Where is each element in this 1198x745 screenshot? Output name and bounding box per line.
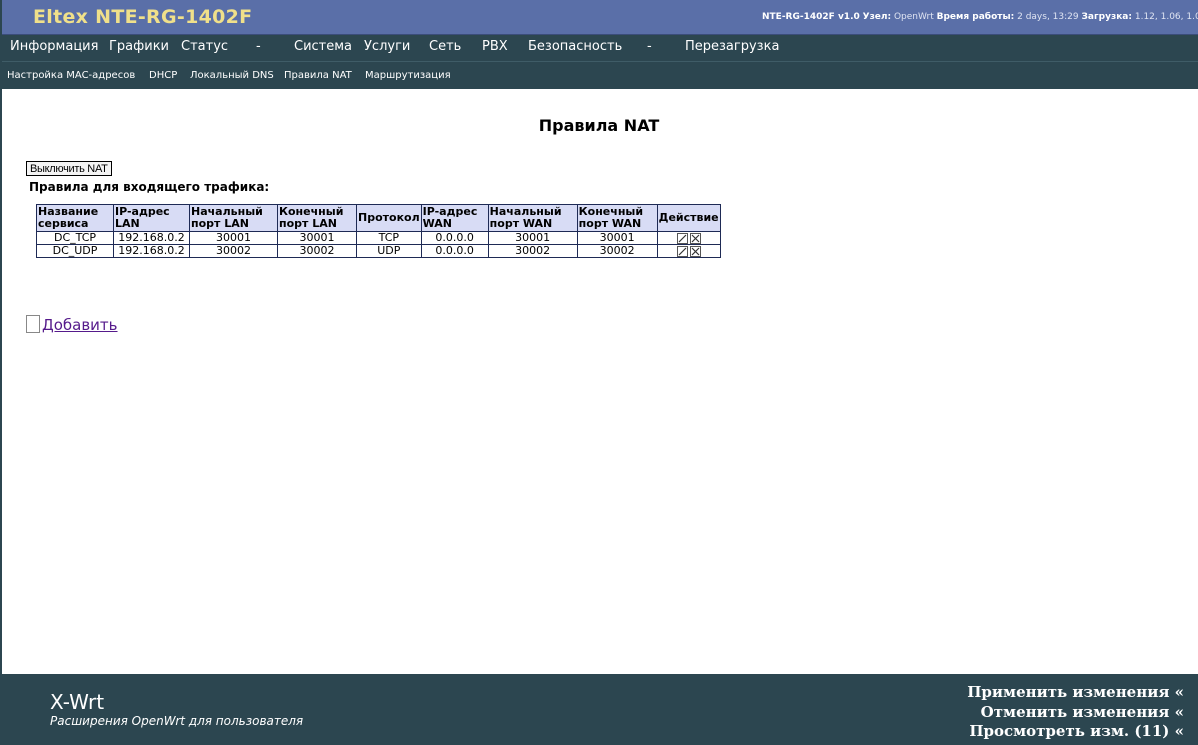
- cell-start-lan: 30001: [189, 231, 278, 245]
- menu-item-pbx[interactable]: PBX: [482, 39, 508, 54]
- edit-icon[interactable]: [676, 245, 688, 257]
- footer: X-Wrt Расширения OpenWrt для пользовател…: [2, 674, 1198, 745]
- col-ip-lan: IP-адрес LAN: [113, 204, 190, 232]
- cell-start-lan: 30002: [189, 244, 278, 258]
- cell-end-wan: 30002: [576, 244, 658, 258]
- load-value: 1.12, 1.06, 1.0: [1134, 12, 1198, 22]
- cancel-changes-link[interactable]: Отменить изменения «: [981, 703, 1184, 721]
- section-title: Правила для входящего трафика:: [29, 180, 270, 194]
- menu-separator: -: [256, 39, 261, 54]
- edit-icon[interactable]: [676, 232, 688, 244]
- footer-tagline: Расширения OpenWrt для пользователя: [50, 714, 304, 728]
- col-start-port-wan: Начальный порт WAN: [487, 204, 578, 232]
- submenu-item-dhcp[interactable]: DHCP: [149, 70, 177, 81]
- menu-item-security[interactable]: Безопасность: [528, 39, 622, 54]
- submenu-item-mac[interactable]: Настройка MAC-адресов: [7, 70, 135, 81]
- delete-icon[interactable]: [689, 245, 701, 257]
- cell-service: DC_TCP: [36, 231, 114, 245]
- menu-item-graphs[interactable]: Графики: [109, 39, 169, 54]
- cell-protocol: TCP: [356, 231, 422, 245]
- left-border: [0, 0, 2, 745]
- brand-title: Eltex NTE-RG-1402F: [33, 6, 253, 28]
- table-row: DC_UDP 192.168.0.2 30002 30002 UDP 0.0.0…: [36, 244, 721, 258]
- cell-start-wan: 30002: [487, 244, 578, 258]
- cell-end-lan: 30001: [277, 231, 357, 245]
- cell-actions: [656, 244, 721, 258]
- disable-nat-button[interactable]: Выключить NAT: [26, 161, 112, 176]
- document-icon: [26, 315, 40, 333]
- cell-ip-lan: 192.168.0.2: [113, 231, 190, 245]
- review-changes-link[interactable]: Просмотреть изм. (11) «: [969, 722, 1184, 740]
- col-end-port-lan: Конечный порт LAN: [277, 204, 357, 232]
- cell-ip-lan: 192.168.0.2: [113, 244, 190, 258]
- submenu-item-dns[interactable]: Локальный DNS: [190, 70, 274, 81]
- col-end-port-wan: Конечный порт WAN: [576, 204, 658, 232]
- menu-item-system[interactable]: Система: [294, 39, 352, 54]
- system-status: NTE-RG-1402F v1.0 Узел: OpenWrt Время ра…: [762, 12, 1198, 22]
- uptime-value: 2 days, 13:29: [1017, 12, 1079, 22]
- menu-item-services[interactable]: Услуги: [364, 39, 410, 54]
- col-action: Действие: [656, 204, 721, 232]
- table-header-row: Название сервиса IP-адрес LAN Начальный …: [36, 204, 721, 232]
- add-rule-link[interactable]: Добавить: [26, 315, 118, 334]
- cell-ip-wan: 0.0.0.0: [420, 244, 489, 258]
- uptime-label: Время работы:: [936, 12, 1015, 22]
- cell-end-wan: 30001: [576, 231, 658, 245]
- menu-item-status[interactable]: Статус: [181, 39, 228, 54]
- main-menu: Информация Графики Статус - Система Услу…: [2, 35, 1198, 61]
- cell-protocol: UDP: [356, 244, 422, 258]
- col-start-port-lan: Начальный порт LAN: [189, 204, 278, 232]
- submenu-item-routing[interactable]: Маршрутизация: [365, 70, 451, 81]
- footer-product: X-Wrt: [50, 690, 105, 714]
- submenu-item-nat[interactable]: Правила NAT: [284, 70, 352, 81]
- top-header: Eltex NTE-RG-1402F NTE-RG-1402F v1.0 Узе…: [2, 0, 1198, 35]
- node-value: OpenWrt: [893, 12, 934, 22]
- col-service-name: Название сервиса: [36, 204, 114, 232]
- model-label: NTE-RG-1402F v1.0: [762, 12, 860, 22]
- page-title: Правила NAT: [538, 116, 660, 135]
- menu-item-reboot[interactable]: Перезагрузка: [685, 39, 779, 54]
- cell-end-lan: 30002: [277, 244, 357, 258]
- nat-rules-table: Название сервиса IP-адрес LAN Начальный …: [36, 204, 721, 258]
- col-protocol: Протокол: [356, 204, 422, 232]
- col-ip-wan: IP-адрес WAN: [420, 204, 489, 232]
- delete-icon[interactable]: [689, 232, 701, 244]
- cell-actions: [656, 231, 721, 245]
- add-rule-label: Добавить: [42, 316, 118, 334]
- menu-item-info[interactable]: Информация: [10, 39, 98, 54]
- node-label: Узел:: [862, 12, 892, 22]
- load-label: Загрузка:: [1081, 12, 1132, 22]
- apply-changes-link[interactable]: Применить изменения «: [967, 683, 1184, 701]
- menu-separator: -: [647, 39, 652, 54]
- sub-menu: Настройка MAC-адресов DHCP Локальный DNS…: [2, 61, 1198, 89]
- cell-service: DC_UDP: [36, 244, 114, 258]
- cell-ip-wan: 0.0.0.0: [420, 231, 489, 245]
- table-row: DC_TCP 192.168.0.2 30001 30001 TCP 0.0.0…: [36, 231, 721, 245]
- cell-start-wan: 30001: [487, 231, 578, 245]
- menu-item-network[interactable]: Сеть: [429, 39, 461, 54]
